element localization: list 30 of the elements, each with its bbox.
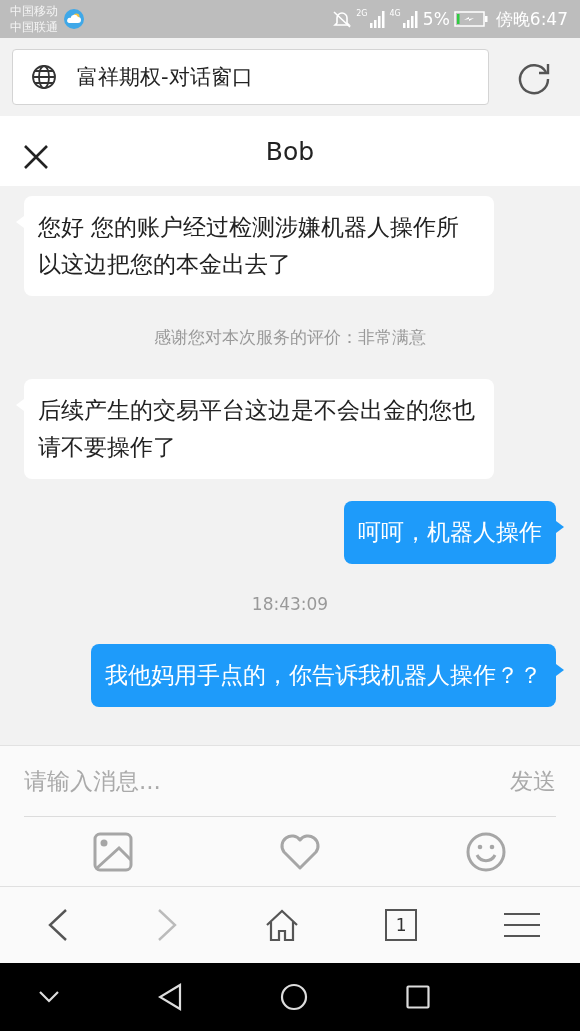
- home-circle-icon[interactable]: [280, 983, 308, 1011]
- back-triangle-icon[interactable]: [158, 983, 182, 1011]
- system-notice: 感谢您对本次服务的评价：非常满意: [154, 326, 426, 349]
- message-bubble: 后续产生的交易平台这边是不会出金的您也请不要操作了: [24, 379, 494, 479]
- message-bubble: 我他妈用手点的，你告诉我机器人操作？？: [91, 644, 556, 707]
- back-icon[interactable]: [47, 908, 69, 942]
- mute-icon: [332, 9, 353, 29]
- battery-icon: [453, 11, 488, 27]
- close-icon[interactable]: [23, 144, 49, 170]
- menu-icon[interactable]: [504, 912, 540, 938]
- signal-icon: [369, 10, 386, 28]
- bubble-tail: [556, 521, 564, 533]
- weather-icon: [64, 9, 84, 29]
- tabs-button[interactable]: 1: [385, 909, 418, 941]
- network-label: 4G: [389, 9, 401, 18]
- chevron-down-icon[interactable]: [38, 990, 60, 1004]
- chat-title: Bob: [265, 136, 315, 166]
- message-input[interactable]: 请输入消息...: [24, 768, 510, 794]
- signal-icon: [402, 10, 419, 28]
- recents-square-icon[interactable]: [406, 985, 430, 1009]
- address-field[interactable]: 富祥期权-对话窗口: [12, 49, 489, 105]
- globe-icon: [31, 64, 57, 90]
- bubble-tail: [556, 664, 564, 676]
- network-label: 2G: [356, 9, 368, 18]
- timestamp: 18:43:09: [251, 594, 329, 614]
- battery-percent: 5%: [422, 9, 450, 29]
- message-bubble: 您好 您的账户经过检测涉嫌机器人操作所以这边把您的本金出去了: [24, 196, 494, 296]
- home-icon[interactable]: [264, 908, 299, 942]
- clock: 傍晚6:47: [495, 7, 568, 31]
- message-bubble: 呵呵，机器人操作: [344, 501, 556, 564]
